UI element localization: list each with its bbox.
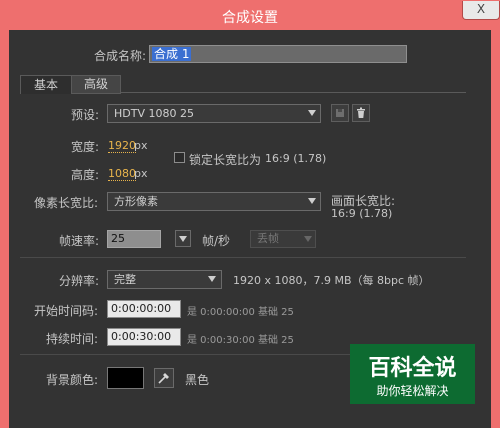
window-border-right [491, 30, 500, 428]
trash-icon [357, 107, 365, 118]
height-unit: px [134, 167, 148, 180]
frame-rate-preset-dropdown[interactable] [175, 230, 191, 247]
tab-basic[interactable]: 基本 [20, 75, 72, 94]
window-border-left [0, 30, 9, 428]
width-label: 宽度: [71, 140, 100, 154]
tab-advanced[interactable]: 高级 [71, 75, 121, 94]
frame-rate-label: 帧速率: [59, 234, 100, 248]
bg-color-label: 背景颜色: [46, 373, 99, 387]
chevron-down-icon [208, 276, 216, 282]
width-unit: px [134, 139, 148, 152]
duration-label: 持续时间: [46, 332, 99, 346]
divider [20, 257, 466, 258]
resolution-label: 分辨率: [59, 274, 100, 288]
watermark-title: 百科全说 [368, 356, 457, 381]
close-icon: X [476, 2, 486, 16]
height-label: 高度: [71, 168, 100, 182]
chevron-down-icon [308, 110, 316, 116]
lock-aspect-checkbox[interactable] [174, 152, 185, 163]
duration-info: 是 0:00:30:00 基础 25 [187, 335, 294, 346]
save-icon [336, 109, 344, 117]
start-timecode-label: 开始时间码: [34, 304, 99, 318]
close-button[interactable]: X [462, 1, 500, 20]
drop-frame-dropdown[interactable]: 丢帧 [250, 230, 316, 248]
start-timecode-value: 0:00:00:00 [111, 302, 172, 315]
chevron-down-icon [304, 236, 312, 242]
pixel-aspect-value: 方形像素 [114, 195, 158, 208]
preset-label: 预设: [71, 108, 100, 122]
lock-aspect-label: 锁定长宽比为 [189, 153, 262, 167]
start-timecode-info: 是 0:00:00:00 基础 25 [187, 307, 294, 318]
window-title: 合成设置 [222, 10, 278, 26]
comp-name-input[interactable]: 合成 1 [149, 45, 407, 63]
comp-name-label: 合成名称: [94, 49, 147, 63]
resolution-info: 1920 x 1080，7.9 MB（每 8bpc 帧） [233, 274, 430, 287]
bg-color-name: 黑色 [185, 373, 210, 387]
eyedropper-icon [158, 373, 169, 384]
preset-value: HDTV 1080 25 [114, 107, 194, 120]
start-timecode-input[interactable]: 0:00:00:00 [107, 300, 181, 318]
frame-rate-input[interactable]: 25 [107, 230, 161, 248]
frame-aspect-value: 16:9 (1.78) [331, 207, 393, 220]
save-preset-button[interactable] [331, 104, 349, 122]
watermark-subtitle: 助你轻松解决 [376, 384, 449, 398]
frame-rate-unit: 帧/秒 [202, 234, 231, 248]
watermark-logo: 百科全说 助你轻松解决 [350, 344, 475, 404]
duration-value: 0:00:30:00 [111, 330, 172, 343]
resolution-dropdown[interactable]: 完整 [107, 270, 222, 289]
width-value[interactable]: 1920 [108, 139, 136, 153]
frame-rate-value: 25 [111, 232, 125, 245]
drop-frame-value: 丢帧 [257, 232, 279, 245]
bg-color-swatch[interactable] [107, 367, 144, 389]
pixel-aspect-dropdown[interactable]: 方形像素 [107, 192, 321, 211]
duration-input[interactable]: 0:00:30:00 [107, 328, 181, 346]
pixel-aspect-label: 像素长宽比: [34, 196, 99, 210]
lock-aspect-ratio: 16:9 (1.78) [265, 152, 327, 165]
preset-dropdown[interactable]: HDTV 1080 25 [107, 104, 321, 123]
eyedropper-button[interactable] [154, 368, 174, 388]
chevron-down-icon [179, 236, 187, 242]
height-value[interactable]: 1080 [108, 167, 136, 181]
delete-preset-button[interactable] [352, 104, 370, 122]
chevron-down-icon [308, 198, 316, 204]
comp-name-value: 合成 1 [152, 47, 192, 61]
resolution-value: 完整 [114, 273, 136, 286]
